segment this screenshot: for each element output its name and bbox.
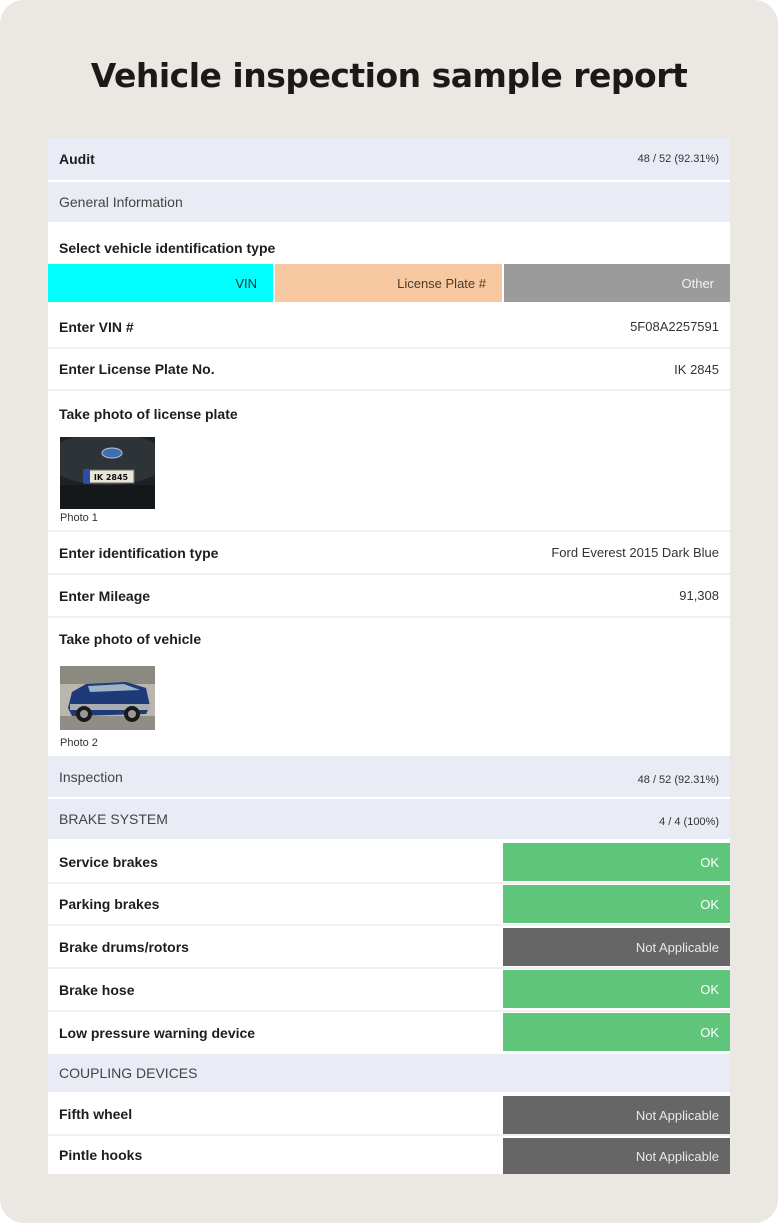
brake-system-score: 4 / 4 (100%) (659, 816, 719, 828)
status-text: OK (700, 1024, 719, 1040)
id-type-option-vin-label: VIN (235, 275, 257, 291)
license-plate-label: Enter License Plate No. (59, 361, 215, 377)
mileage-row: Enter Mileage 91,308 (48, 575, 730, 618)
brake-item-status-ok[interactable]: OK (503, 1013, 730, 1051)
vehicle-photo-caption: Photo 2 (60, 737, 98, 749)
id-type-question: Select vehicle identification type (48, 224, 730, 264)
brake-item-status-not-applicable[interactable]: Not Applicable (503, 928, 730, 966)
coupling-item-label: Pintle hooks (59, 1147, 143, 1163)
license-plate-photo-image: IK 2845 (60, 437, 155, 509)
identification-type-label: Enter identification type (59, 544, 219, 561)
vin-value: 5F08A2257591 (630, 319, 719, 334)
report-frame: Vehicle inspection sample report Audit 4… (0, 0, 778, 1223)
status-text: OK (700, 896, 719, 912)
coupling-devices-label: COUPLING DEVICES (59, 1065, 198, 1081)
vehicle-photo-label: Take photo of vehicle (59, 631, 202, 647)
brake-system-label: BRAKE SYSTEM (59, 811, 168, 827)
license-plate-photo-caption: Photo 1 (60, 512, 98, 524)
id-type-option-license-plate[interactable]: License Plate # (275, 264, 502, 302)
inspection-row: Inspection 48 / 52 (92.31%) (48, 756, 730, 799)
brake-item-label: Low pressure warning device (59, 1025, 256, 1041)
inspection-label: Inspection (59, 768, 123, 785)
coupling-item-label: Fifth wheel (59, 1106, 133, 1122)
id-type-option-license-plate-label: License Plate # (397, 275, 486, 291)
status-text: OK (700, 981, 719, 997)
license-plate-row: Enter License Plate No. IK 2845 (48, 349, 730, 391)
id-type-option-other[interactable]: Other (504, 264, 730, 302)
status-text: Not Applicable (635, 1148, 719, 1164)
brake-item-label: Brake drums/rotors (59, 938, 189, 955)
audit-label: Audit (59, 151, 95, 167)
license-plate-photo-label: Take photo of license plate (59, 406, 238, 422)
brake-item-label: Brake hose (59, 981, 135, 998)
mileage-label: Enter Mileage (59, 587, 151, 604)
license-plate-photo-text: IK 2845 (94, 473, 129, 482)
license-plate-photo[interactable]: IK 2845 (60, 437, 155, 509)
identification-type-row: Enter identification type Ford Everest 2… (48, 532, 730, 575)
brake-system-row: BRAKE SYSTEM 4 / 4 (100%) (48, 799, 730, 841)
vin-row: Enter VIN # 5F08A2257591 (48, 306, 730, 349)
vehicle-photo-image (60, 666, 155, 730)
vehicle-photo[interactable] (60, 666, 155, 730)
id-type-option-other-label: Other (681, 275, 714, 291)
id-type-label: Select vehicle identification type (59, 240, 276, 256)
license-plate-value: IK 2845 (674, 361, 719, 377)
mileage-value: 91,308 (679, 588, 719, 603)
brake-item-label: Service brakes (59, 853, 158, 870)
brake-item-status-ok[interactable]: OK (503, 970, 730, 1008)
inspection-score: 48 / 52 (92.31%) (637, 773, 719, 786)
coupling-item-status-not-applicable[interactable]: Not Applicable (503, 1138, 730, 1174)
page-title: Vehicle inspection sample report (90, 56, 688, 95)
brake-item-status-ok[interactable]: OK (503, 885, 730, 923)
general-information-label: General Information (59, 194, 183, 210)
status-text: OK (700, 854, 719, 870)
brake-item-label: Parking brakes (59, 896, 160, 912)
coupling-item-status-not-applicable[interactable]: Not Applicable (503, 1096, 730, 1134)
brake-item-status-ok[interactable]: OK (503, 843, 730, 881)
identification-type-value: Ford Everest 2015 Dark Blue (551, 545, 719, 560)
audit-score: 48 / 52 (92.31%) (637, 153, 719, 165)
general-information-row: General Information (48, 182, 730, 224)
coupling-devices-row: COUPLING DEVICES (48, 1054, 730, 1094)
id-type-option-vin[interactable]: VIN (48, 264, 273, 302)
audit-row: Audit 48 / 52 (92.31%) (48, 138, 730, 182)
vin-label: Enter VIN # (59, 318, 134, 335)
status-text: Not Applicable (635, 1107, 719, 1123)
status-text: Not Applicable (635, 939, 719, 955)
report-card: Audit 48 / 52 (92.31%) General Informati… (48, 138, 730, 1174)
